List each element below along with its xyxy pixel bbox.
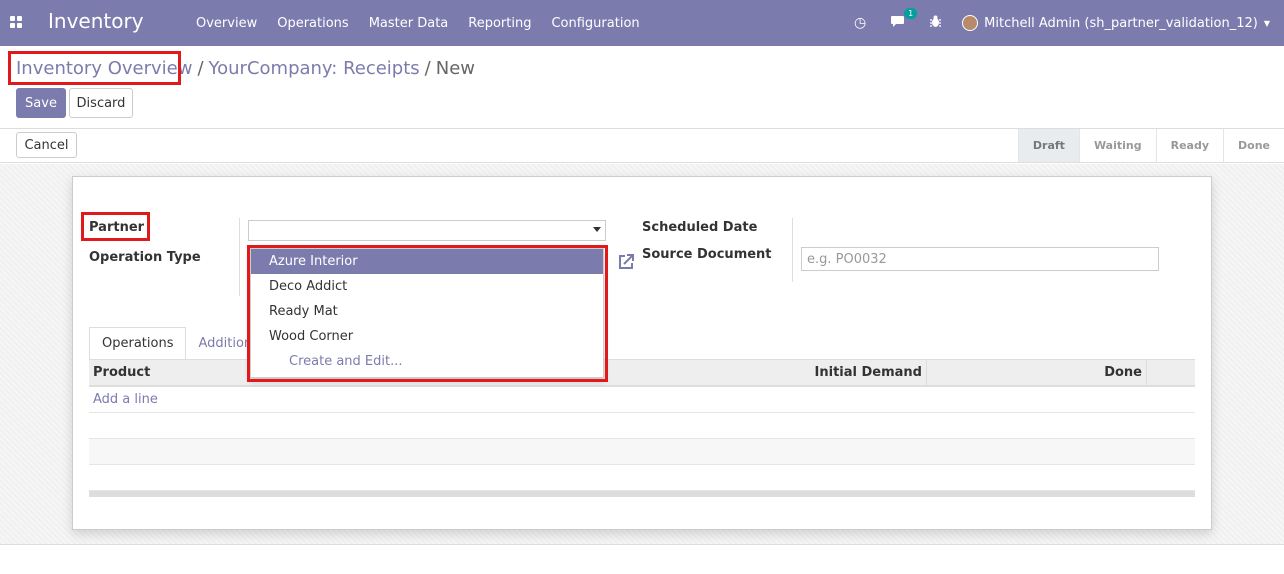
- column-initial-demand[interactable]: Initial Demand: [609, 360, 927, 386]
- menu-reporting[interactable]: Reporting: [458, 16, 541, 31]
- menu-operations[interactable]: Operations: [267, 16, 358, 31]
- column-done[interactable]: Done: [927, 360, 1147, 386]
- user-name: Mitchell Admin (sh_partner_validation_12…: [984, 15, 1258, 31]
- stage-waiting[interactable]: Waiting: [1078, 129, 1156, 162]
- tab-operations[interactable]: Operations: [89, 327, 187, 360]
- notebook-tabs: Operations Additiona: [89, 327, 272, 360]
- source-document-label: Source Document: [642, 247, 772, 262]
- save-button[interactable]: Save: [16, 88, 66, 118]
- highlight-box-dropdown: [247, 245, 608, 382]
- main-menu: Overview Operations Master Data Reportin…: [186, 0, 650, 46]
- table-row: Add a line: [89, 387, 1195, 413]
- table-footer: [89, 491, 1195, 497]
- caret-down-icon: ▼: [1263, 18, 1270, 28]
- breadcrumb-separator: /: [424, 58, 431, 79]
- scheduled-date-label: Scheduled Date: [642, 220, 758, 235]
- cancel-button[interactable]: Cancel: [16, 132, 77, 158]
- source-document-input[interactable]: e.g. PO0032: [801, 247, 1159, 271]
- systray: ◷ 1 Mitchell Admin (sh_partner_validatio…: [842, 0, 1284, 46]
- menu-overview[interactable]: Overview: [186, 16, 267, 31]
- chatter-area: [0, 544, 1284, 574]
- breadcrumb-receipts[interactable]: YourCompany: Receipts: [209, 58, 420, 79]
- label-separator: [239, 218, 240, 296]
- column-empty: [1147, 360, 1195, 386]
- avatar: [962, 15, 979, 31]
- breadcrumb-current: New: [435, 58, 476, 79]
- operation-type-label: Operation Type: [89, 250, 201, 265]
- stage-ready[interactable]: Ready: [1155, 129, 1223, 162]
- chat-badge: 1: [904, 7, 918, 19]
- discard-button[interactable]: Discard: [69, 88, 133, 118]
- top-navbar: Inventory Overview Operations Master Dat…: [0, 0, 1284, 46]
- table-row: [89, 465, 1195, 491]
- highlight-box-partner: [81, 212, 150, 241]
- add-line-link[interactable]: Add a line: [89, 392, 158, 407]
- activity-clock-icon[interactable]: ◷: [854, 15, 866, 31]
- breadcrumb-separator: /: [197, 58, 204, 79]
- stage-done[interactable]: Done: [1223, 129, 1284, 162]
- app-title[interactable]: Inventory: [48, 9, 144, 33]
- label-separator-right: [792, 218, 793, 282]
- menu-master-data[interactable]: Master Data: [359, 16, 459, 31]
- external-link-icon[interactable]: [617, 253, 635, 271]
- apps-menu-icon[interactable]: [10, 16, 22, 28]
- menu-configuration[interactable]: Configuration: [541, 16, 649, 31]
- table-row: [89, 413, 1195, 439]
- chat-icon[interactable]: 1: [890, 7, 918, 32]
- highlight-box-breadcrumb: [8, 51, 181, 85]
- chevron-down-icon: [593, 227, 601, 232]
- stage-draft[interactable]: Draft: [1017, 129, 1079, 162]
- status-bar: Cancel Draft Waiting Ready Done: [0, 128, 1284, 163]
- debug-bug-icon[interactable]: [929, 15, 942, 32]
- partner-select[interactable]: [248, 220, 606, 241]
- stage-pipeline: Draft Waiting Ready Done: [1017, 129, 1284, 162]
- table-row: [89, 439, 1195, 465]
- user-menu[interactable]: Mitchell Admin (sh_partner_validation_12…: [962, 15, 1270, 31]
